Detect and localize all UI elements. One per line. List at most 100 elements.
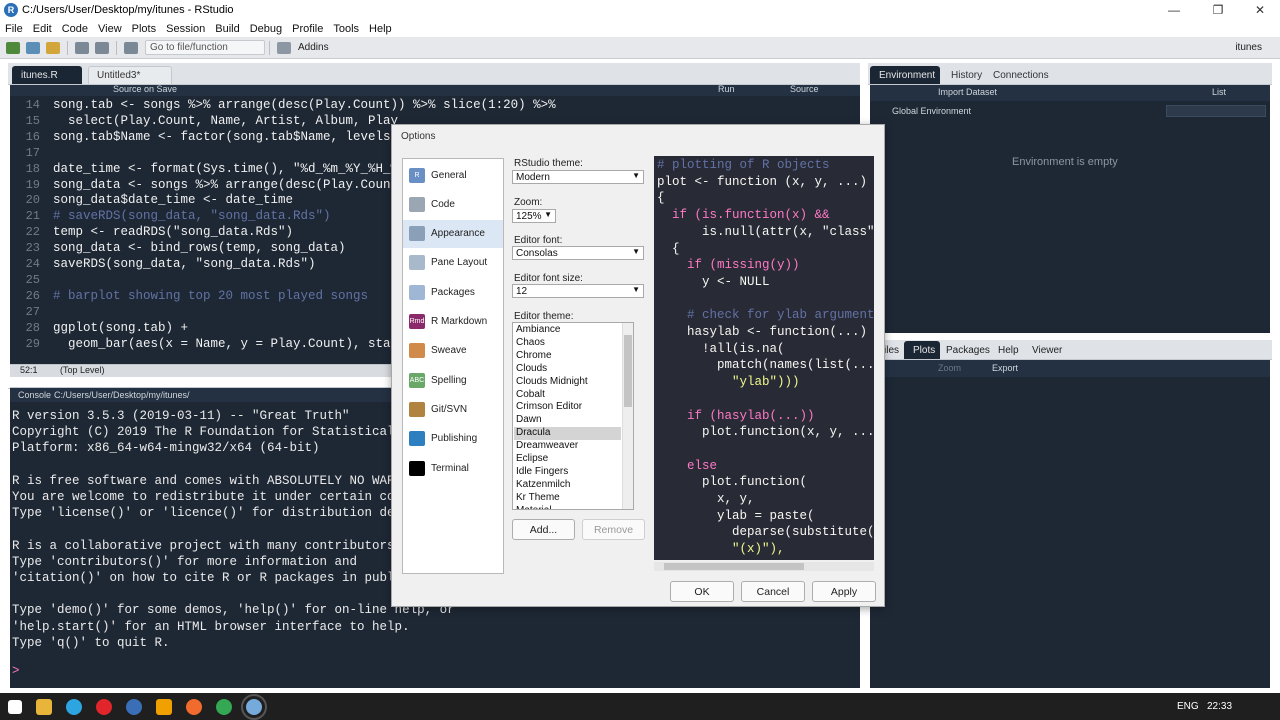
- menu-debug[interactable]: Debug: [245, 23, 287, 35]
- theme-option[interactable]: Clouds Midnight: [514, 376, 621, 389]
- nav-item-pane-layout[interactable]: Pane Layout: [403, 249, 503, 277]
- tab-itunes-r[interactable]: itunes.R: [12, 66, 82, 84]
- env-search-input[interactable]: [1166, 105, 1266, 117]
- scope-dropdown[interactable]: Global Environment: [892, 106, 971, 116]
- nav-item-publishing[interactable]: Publishing: [403, 425, 503, 453]
- tab-untitled3[interactable]: Untitled3*: [88, 66, 172, 84]
- maximize-button[interactable]: ❐: [1198, 0, 1238, 20]
- menu-build[interactable]: Build: [210, 23, 244, 35]
- options-dialog: Options R General Code Appearance Pane Layou…: [391, 124, 885, 607]
- zoom-select[interactable]: 125% ▼: [512, 209, 556, 223]
- run-button[interactable]: Run: [718, 84, 735, 94]
- console-prompt[interactable]: >: [12, 664, 20, 678]
- menu-profile[interactable]: Profile: [287, 23, 328, 35]
- nav-item-sweave[interactable]: Sweave: [403, 337, 503, 365]
- source-on-save-checkbox[interactable]: Source on Save: [113, 84, 177, 94]
- vlc-icon[interactable]: [156, 698, 172, 715]
- go-to-file-input[interactable]: Go to file/function: [145, 40, 265, 55]
- ok-button[interactable]: OK: [670, 581, 734, 602]
- theme-option[interactable]: Dracula: [514, 427, 621, 441]
- preview-hscrollbar[interactable]: [654, 562, 874, 571]
- source-button[interactable]: Source: [790, 84, 819, 94]
- project-menu[interactable]: itunes: [1235, 42, 1262, 53]
- console-path[interactable]: C:/Users/User/Desktop/my/itunes/: [54, 390, 190, 400]
- terminal-icon: [409, 460, 425, 476]
- menu-session[interactable]: Session: [161, 23, 210, 35]
- print-icon[interactable]: [124, 41, 138, 54]
- export-button[interactable]: Export: [992, 363, 1018, 373]
- menu-code[interactable]: Code: [57, 23, 93, 35]
- opera-icon[interactable]: [96, 698, 112, 715]
- tab-files[interactable]: iles: [884, 345, 899, 356]
- theme-option[interactable]: Kr Theme: [514, 492, 621, 505]
- list-view-button[interactable]: List: [1212, 87, 1226, 97]
- tab-history[interactable]: History: [942, 66, 984, 84]
- nav-item-r-markdown[interactable]: Rmd R Markdown: [403, 308, 503, 336]
- addins-menu[interactable]: Addins: [298, 42, 329, 53]
- theme-option[interactable]: Crimson Editor: [514, 401, 621, 414]
- theme-option[interactable]: Clouds: [514, 363, 621, 376]
- theme-option[interactable]: Dreamweaver: [514, 440, 621, 453]
- input-language[interactable]: ENG: [1177, 701, 1199, 712]
- tab-connections[interactable]: Connections: [984, 66, 1049, 84]
- scrollbar-thumb[interactable]: [664, 563, 804, 570]
- clock[interactable]: 22:33: [1207, 701, 1232, 712]
- apply-button[interactable]: Apply: [812, 581, 876, 602]
- tab-plots[interactable]: Plots: [904, 341, 940, 359]
- minimize-button[interactable]: —: [1154, 0, 1194, 20]
- menu-help[interactable]: Help: [364, 23, 397, 35]
- zoom-button[interactable]: Zoom: [938, 363, 961, 373]
- r-app-icon[interactable]: [126, 698, 142, 715]
- font-size-select[interactable]: 12 ▼: [512, 284, 644, 298]
- new-file-icon[interactable]: [6, 41, 20, 54]
- telegram-icon[interactable]: [66, 698, 82, 715]
- theme-option[interactable]: Idle Fingers: [514, 466, 621, 479]
- add-theme-button[interactable]: Add...: [512, 519, 575, 540]
- close-button[interactable]: ✕: [1240, 0, 1280, 20]
- open-file-icon[interactable]: [46, 41, 60, 54]
- menu-file[interactable]: File: [0, 23, 28, 35]
- import-dataset-button[interactable]: Import Dataset: [938, 87, 997, 97]
- scrollbar-thumb[interactable]: [624, 335, 632, 407]
- nav-item-general[interactable]: R General: [403, 161, 503, 189]
- remove-theme-button[interactable]: Remove: [582, 519, 645, 540]
- firefox-icon[interactable]: [186, 698, 202, 715]
- theme-option[interactable]: Material: [514, 505, 621, 509]
- scope-indicator[interactable]: (Top Level): [60, 365, 105, 375]
- nav-item-terminal[interactable]: Terminal: [403, 454, 503, 482]
- menu-plots[interactable]: Plots: [127, 23, 161, 35]
- theme-option[interactable]: Eclipse: [514, 453, 621, 466]
- theme-option[interactable]: Chrome: [514, 350, 621, 363]
- menu-tools[interactable]: Tools: [328, 23, 364, 35]
- line-number: 20: [25, 193, 40, 208]
- file-explorer-icon[interactable]: [36, 698, 52, 715]
- theme-list-scrollbar[interactable]: [622, 323, 633, 509]
- new-project-icon[interactable]: [26, 41, 40, 54]
- theme-option[interactable]: Katzenmilch: [514, 479, 621, 492]
- theme-option[interactable]: Dawn: [514, 414, 621, 427]
- nav-item-appearance[interactable]: Appearance: [403, 219, 503, 248]
- start-icon[interactable]: [8, 699, 22, 714]
- tab-help[interactable]: Help: [998, 345, 1019, 356]
- nav-item-spelling[interactable]: ABC Spelling: [403, 366, 503, 394]
- theme-option[interactable]: Cobalt: [514, 389, 621, 402]
- editor-theme-list[interactable]: Ambiance Chaos Chrome Clouds Clouds Midnight…: [512, 322, 634, 510]
- theme-option[interactable]: Chaos: [514, 337, 621, 350]
- nav-item-packages[interactable]: Packages: [403, 278, 503, 306]
- tab-environment[interactable]: Environment: [870, 66, 940, 84]
- grid-icon[interactable]: [277, 41, 291, 54]
- rstudio-theme-select[interactable]: Modern ▼: [512, 170, 644, 184]
- save-icon[interactable]: [75, 41, 89, 54]
- nav-item-code[interactable]: Code: [403, 190, 503, 218]
- menu-edit[interactable]: Edit: [28, 23, 57, 35]
- rstudio-taskbar-icon[interactable]: [241, 693, 267, 720]
- save-all-icon[interactable]: [95, 41, 109, 54]
- editor-font-select[interactable]: Consolas ▼: [512, 246, 644, 260]
- theme-option[interactable]: Ambiance: [514, 324, 621, 337]
- nav-item-git-svn[interactable]: Git/SVN: [403, 395, 503, 423]
- menu-view[interactable]: View: [93, 23, 127, 35]
- chrome-icon[interactable]: [216, 698, 232, 715]
- cancel-button[interactable]: Cancel: [741, 581, 805, 602]
- tab-viewer[interactable]: Viewer: [1032, 345, 1062, 356]
- tab-packages[interactable]: Packages: [946, 345, 990, 356]
